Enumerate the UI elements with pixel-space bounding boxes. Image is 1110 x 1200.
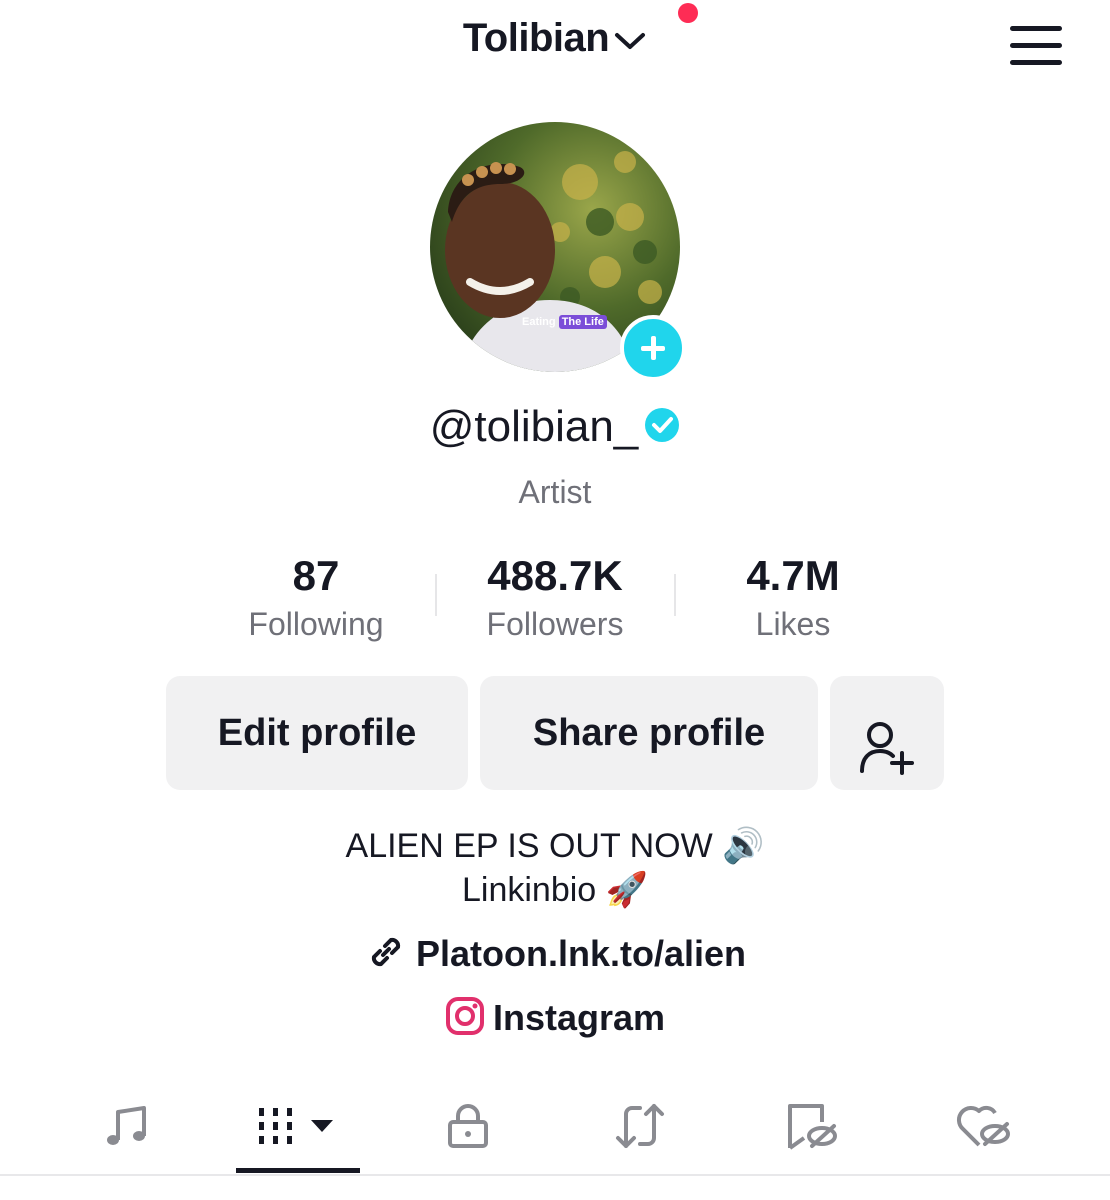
repost-icon (612, 1100, 668, 1157)
tab-music[interactable] (56, 1088, 196, 1168)
handle-text: @tolibian_ (429, 402, 639, 451)
account-switcher[interactable]: Tolibian (0, 16, 1110, 63)
chevron-down-icon (613, 18, 647, 63)
bio-line: Linkinbio 🚀 (462, 871, 648, 909)
top-bar: Tolibian (0, 0, 1110, 90)
stat-label: Likes (755, 606, 831, 642)
tab-reposts[interactable] (570, 1088, 710, 1168)
stat-value: 4.7M (746, 552, 840, 599)
tab-favorites[interactable] (742, 1088, 882, 1168)
notification-dot (678, 3, 698, 23)
liked-hidden-icon (955, 1101, 1013, 1156)
stat-label: Followers (486, 606, 624, 642)
instagram-link[interactable]: Instagram (0, 996, 1110, 1045)
videos-grid-icon (253, 1102, 343, 1155)
tabs-divider (0, 1174, 1110, 1176)
lock-icon (444, 1102, 492, 1155)
avatar-caption: Eating The Life (522, 315, 607, 329)
stat-value: 488.7K (487, 552, 623, 599)
instagram-icon (445, 996, 485, 1045)
bookmark-hidden-icon (784, 1100, 840, 1157)
stat-label: Following (248, 606, 384, 642)
profile-tabs (0, 1088, 1110, 1200)
link-icon (364, 930, 408, 983)
share-profile-button[interactable]: Share profile (480, 676, 818, 790)
add-story-button[interactable] (620, 315, 686, 381)
menu-icon[interactable] (1008, 24, 1064, 68)
bio-line: ALIEN EP IS OUT NOW 🔊 (345, 827, 765, 865)
instagram-link-text: Instagram (492, 997, 666, 1039)
profile-category: Artist (518, 474, 592, 510)
account-username: Tolibian (462, 16, 610, 60)
music-icon (102, 1102, 150, 1155)
verified-badge-icon (644, 404, 680, 454)
website-link[interactable]: Platoon.lnk.to/alien (0, 930, 1110, 983)
tab-private[interactable] (398, 1088, 538, 1168)
avatar-caption-left: Eating (522, 316, 556, 328)
active-tab-indicator (236, 1168, 360, 1173)
tab-videos[interactable] (228, 1088, 368, 1168)
tab-liked[interactable] (914, 1088, 1054, 1168)
add-user-icon (858, 706, 916, 820)
avatar-caption-badge: The Life (558, 315, 607, 329)
stat-followers[interactable]: 488.7K Followers (435, 552, 675, 643)
add-friends-button[interactable] (830, 676, 944, 790)
profile-handle: @tolibian_ (0, 402, 1110, 454)
stat-following[interactable]: 87 Following (196, 552, 436, 643)
edit-profile-button[interactable]: Edit profile (166, 676, 468, 790)
stat-value: 87 (292, 552, 340, 599)
stat-likes[interactable]: 4.7M Likes (673, 552, 913, 643)
website-link-text: Platoon.lnk.to/alien (415, 933, 747, 975)
